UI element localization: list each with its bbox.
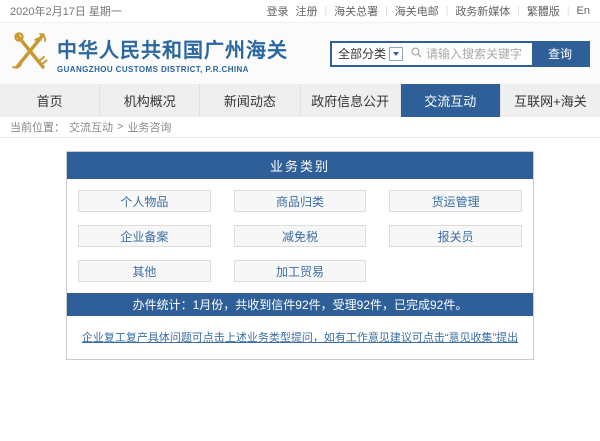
search-category-value: 全部分类 [338, 45, 386, 62]
breadcrumb-separator: > [117, 121, 123, 133]
breadcrumb: 当前位置： 交流互动 > 业务咨询 [0, 117, 600, 138]
category-grid: 个人物品 商品归类 货运管理 企业备案 减免税 报关员 其他 加工贸易 [67, 179, 533, 293]
link-traditional-chinese[interactable]: 繁體版 [527, 3, 560, 19]
link-english[interactable]: En [577, 5, 590, 17]
site-header: 中华人民共和国广州海关 GUANGZHOU CUSTOMS DISTRICT, … [0, 22, 600, 84]
search-input-wrap [407, 43, 532, 65]
nav-item-news[interactable]: 新闻动态 [199, 84, 299, 117]
search-icon [411, 45, 422, 63]
main-nav: 首页 机构概况 新闻动态 政府信息公开 交流互动 互联网+海关 [0, 84, 600, 117]
nav-item-internet-customs[interactable]: 互联网+海关 [500, 84, 600, 117]
panel-title: 业务类别 [67, 152, 533, 179]
register-link[interactable]: 注册 [295, 3, 317, 19]
category-personal-items[interactable]: 个人物品 [78, 190, 211, 212]
divider: | [517, 6, 520, 17]
category-processing-trade[interactable]: 加工贸易 [234, 260, 367, 282]
divider: | [567, 6, 570, 17]
nav-item-gov-info[interactable]: 政府信息公开 [300, 84, 400, 117]
business-category-panel: 业务类别 个人物品 商品归类 货运管理 企业备案 减免税 报关员 其他 加工贸易… [66, 151, 534, 360]
nav-item-overview[interactable]: 机构概况 [99, 84, 199, 117]
nav-item-interaction[interactable]: 交流互动 [400, 84, 500, 117]
site-title-chinese: 中华人民共和国广州海关 [57, 34, 288, 63]
search-bar: 全部分类 查询 [330, 41, 590, 67]
note-link[interactable]: 企业复工复产具体问题可点击上述业务类型提问，如有工作意见建议可点击“意见收集”提… [82, 332, 518, 344]
top-utility-bar: 2020年2月17日 星期一 登录 注册 | 海关总署 | 海关电邮 | 政务新… [0, 0, 600, 22]
search-category-select[interactable]: 全部分类 [332, 43, 407, 65]
breadcrumb-page[interactable]: 业务咨询 [127, 119, 171, 135]
divider: | [324, 6, 327, 17]
category-enterprise-filing[interactable]: 企业备案 [78, 225, 211, 247]
breadcrumb-prefix: 当前位置： [10, 119, 65, 135]
category-customs-broker[interactable]: 报关员 [389, 225, 522, 247]
case-statistics-banner: 办件统计：1月份，共收到信件92件，受理92件，已完成92件。 [67, 293, 533, 316]
link-customs-mail[interactable]: 海关电邮 [395, 3, 439, 19]
category-cargo-management[interactable]: 货运管理 [389, 190, 522, 212]
search-submit-button[interactable]: 查询 [532, 43, 588, 65]
link-customs-general[interactable]: 海关总署 [334, 3, 378, 19]
category-commodity-classification[interactable]: 商品归类 [234, 190, 367, 212]
login-link[interactable]: 登录 [266, 3, 288, 19]
site-logo[interactable]: 中华人民共和国广州海关 GUANGZHOU CUSTOMS DISTRICT, … [10, 30, 288, 77]
search-input[interactable] [426, 47, 528, 61]
current-date: 2020年2月17日 星期一 [10, 3, 122, 19]
site-title-english: GUANGZHOU CUSTOMS DISTRICT, P.R.CHINA [57, 65, 288, 74]
category-other[interactable]: 其他 [78, 260, 211, 282]
breadcrumb-section[interactable]: 交流互动 [69, 119, 113, 135]
logo-text: 中华人民共和国广州海关 GUANGZHOU CUSTOMS DISTRICT, … [57, 34, 288, 74]
topbar-links: 登录 注册 | 海关总署 | 海关电邮 | 政务新媒体 | 繁體版 | En [266, 3, 590, 19]
link-gov-media[interactable]: 政务新媒体 [455, 3, 510, 19]
divider: | [446, 6, 449, 17]
chevron-down-icon [389, 47, 403, 61]
note-area: 企业复工复产具体问题可点击上述业务类型提问，如有工作意见建议可点击“意见收集”提… [67, 316, 533, 359]
divider: | [385, 6, 388, 17]
category-tax-reduction[interactable]: 减免税 [234, 225, 367, 247]
customs-emblem-icon [10, 30, 50, 77]
nav-item-home[interactable]: 首页 [0, 84, 99, 117]
